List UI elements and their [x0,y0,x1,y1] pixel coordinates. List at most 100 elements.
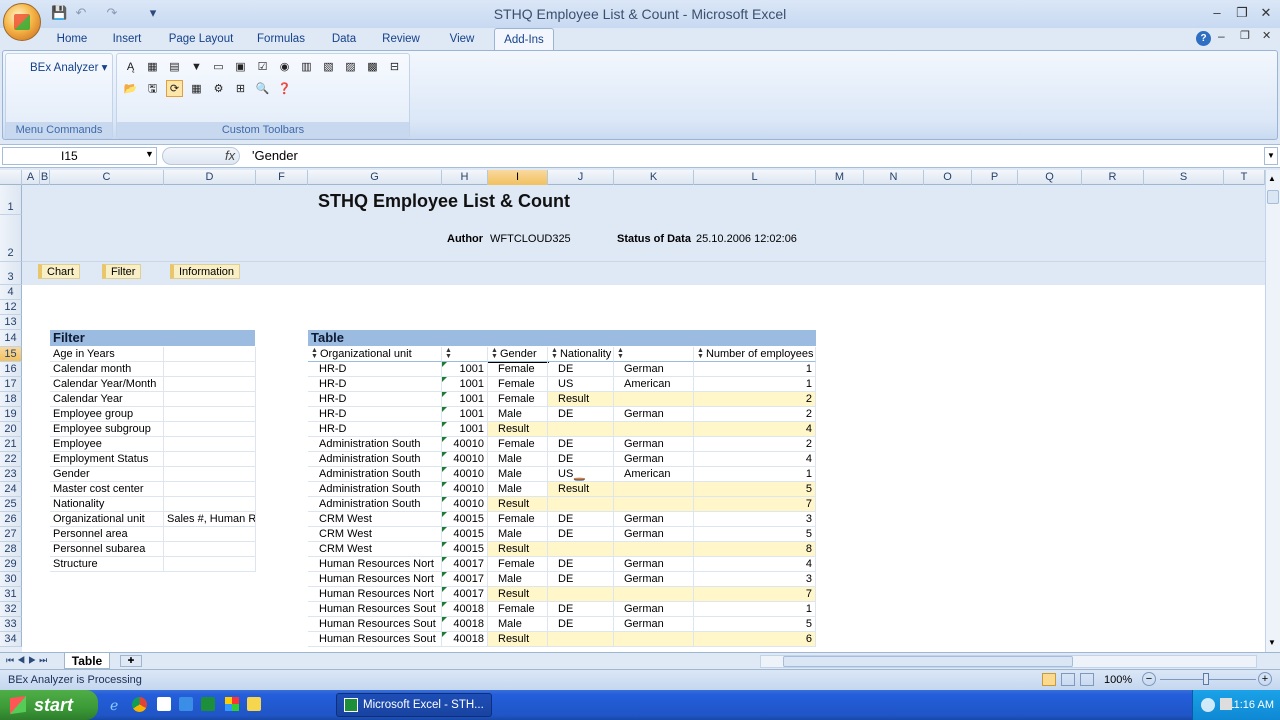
table-cell[interactable]: US [548,377,614,392]
information-nav-button[interactable]: Information [170,264,241,279]
excel-taskbar-button[interactable]: Microsoft Excel - STH... [336,693,492,717]
filter-value[interactable]: Sales #, Human Re [164,512,256,527]
row-header[interactable]: 27 [0,527,22,542]
minimize-icon[interactable]: – [1207,4,1227,22]
table-cell[interactable] [548,632,614,647]
row-header[interactable]: 29 [0,557,22,572]
table-cell[interactable] [614,482,694,497]
filter-item[interactable]: Personnel subarea [50,542,164,557]
insert-button-icon[interactable]: ▭ [210,58,227,75]
table-cell[interactable]: Human Resources Nort [308,557,442,572]
column-header[interactable]: D [164,170,256,185]
table-cell[interactable]: 40018 [442,632,488,647]
table-cell[interactable]: 2 [694,407,816,422]
excel-quicklaunch-icon[interactable] [201,697,215,711]
gender-header[interactable]: ▲ ▼ Gender [488,347,548,362]
row-header[interactable]: 4 [0,285,22,300]
workbook-close-icon[interactable]: ✕ [1262,29,1271,42]
insert-dropdown-icon[interactable]: ▣ [232,58,249,75]
column-header[interactable]: O [924,170,972,185]
table-cell[interactable]: 40010 [442,452,488,467]
save-workbook-icon[interactable]: 🖫 [144,80,161,97]
insert-workbook-settings-icon[interactable]: ⊟ [386,58,403,75]
filter-value[interactable] [164,377,256,392]
outlook-icon[interactable] [179,697,193,711]
table-cell[interactable]: German [614,437,694,452]
insert-list-of-conditions-icon[interactable]: ▥ [298,58,315,75]
row-header[interactable]: 19 [0,407,22,422]
table-cell[interactable]: 6 [694,632,816,647]
table-cell[interactable]: 40010 [442,497,488,512]
column-header[interactable]: F [256,170,308,185]
filter-value[interactable] [164,527,256,542]
table-cell[interactable]: 40010 [442,467,488,482]
ie-icon[interactable]: ℯ [110,697,118,714]
filter-value[interactable] [164,542,256,557]
table-cell[interactable]: 40010 [442,482,488,497]
insert-sheet-icon[interactable]: ✚ [120,655,142,667]
table-cell[interactable]: Male [488,467,548,482]
bex-analyzer-button[interactable]: BEx Analyzer ▾ [30,60,107,74]
table-cell[interactable]: 2 [694,392,816,407]
open-icon[interactable]: 📂 [122,80,139,97]
table-cell[interactable]: 1001 [442,362,488,377]
filter-item[interactable]: Master cost center [50,482,164,497]
name-box-dropdown-icon[interactable]: ▼ [145,149,154,159]
filter-item[interactable]: Organizational unit [50,512,164,527]
table-cell[interactable]: Result [548,482,614,497]
filter-value[interactable] [164,392,256,407]
row-header[interactable]: 30 [0,572,22,587]
tab-home[interactable]: Home [52,28,92,50]
table-cell[interactable]: Female [488,512,548,527]
table-cell[interactable]: 1 [694,362,816,377]
close-icon[interactable]: ✕ [1256,4,1276,22]
filter-value[interactable] [164,347,256,362]
table-cell[interactable]: 40018 [442,602,488,617]
table-cell[interactable]: DE [548,437,614,452]
filter-item[interactable]: Calendar Year/Month [50,377,164,392]
table-cell[interactable]: 3 [694,512,816,527]
table-cell[interactable]: Administration South [308,482,442,497]
table-cell[interactable]: Male [488,452,548,467]
table-cell[interactable]: Result [488,542,548,557]
help-icon[interactable]: ? [1196,31,1211,46]
sort-icon[interactable]: ▲ ▼ [491,347,498,360]
change-variable-values-icon[interactable]: ▦ [188,80,205,97]
employee-count-header[interactable]: ▲ ▼ Number of employees [694,347,816,362]
filter-item[interactable]: Structure [50,557,164,572]
filter-value[interactable] [164,362,256,377]
table-cell[interactable]: 40015 [442,527,488,542]
table-cell[interactable]: 2 [694,437,816,452]
table-cell[interactable]: German [614,602,694,617]
filter-value[interactable] [164,482,256,497]
insert-radio-button-icon[interactable]: ◉ [276,58,293,75]
table-cell[interactable]: HR-D [308,377,442,392]
org-unit-header[interactable]: ▲ ▼ Organizational unit [308,347,442,362]
name-box[interactable]: I15 [2,147,157,165]
table-cell[interactable]: DE [548,527,614,542]
scroll-down-icon[interactable]: ▼ [1268,638,1276,647]
filter-item[interactable]: Calendar month [50,362,164,377]
table-cell[interactable]: Result [488,632,548,647]
table-cell[interactable]: Male [488,617,548,632]
normal-view-icon[interactable] [1042,673,1056,686]
row-header[interactable]: 33 [0,617,22,632]
org-key-header[interactable]: ▲ ▼ [442,347,488,362]
table-cell[interactable]: HR-D [308,392,442,407]
sort-icon[interactable]: ▲ ▼ [445,347,452,360]
table-cell[interactable]: DE [548,512,614,527]
column-header[interactable]: Q [1018,170,1082,185]
row-header[interactable]: 21 [0,437,22,452]
row-header[interactable]: 18 [0,392,22,407]
tray-arrow-icon[interactable] [1201,698,1215,712]
filter-value[interactable] [164,497,256,512]
table-cell[interactable] [614,632,694,647]
column-header[interactable]: T [1224,170,1265,185]
table-cell[interactable]: HR-D [308,362,442,377]
table-cell[interactable]: Result [488,587,548,602]
filter-item[interactable]: Age in Years [50,347,164,362]
scroll-up-icon[interactable]: ▲ [1268,174,1276,183]
windows-update-icon[interactable] [225,697,239,711]
select-all-button[interactable] [0,170,22,185]
table-cell[interactable]: DE [548,362,614,377]
